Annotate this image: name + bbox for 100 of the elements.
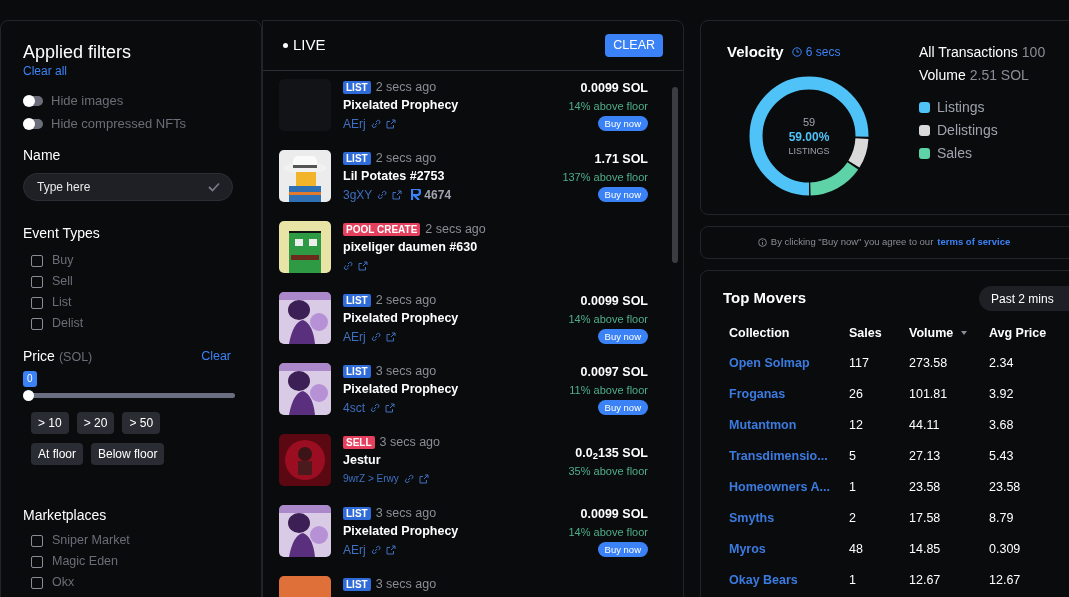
live-dot-icon [283, 43, 288, 48]
item-name[interactable]: Pixelated Prophecy [343, 380, 558, 399]
table-cell: 5 [849, 449, 856, 464]
collection-link[interactable]: Transdimensio... [729, 449, 828, 464]
external-link-icon[interactable] [358, 260, 368, 271]
price-slider[interactable] [23, 390, 235, 401]
buy-now-button[interactable]: Buy now [597, 542, 648, 557]
table-cell: 8.79 [989, 511, 1014, 526]
clock-icon [791, 47, 802, 58]
checkbox[interactable] [31, 317, 43, 330]
account-link[interactable]: AErj [343, 327, 366, 346]
column-header[interactable]: Volume [909, 323, 968, 343]
collection-link[interactable]: Mutantmon [729, 418, 797, 433]
clear-link[interactable]: Clear [201, 347, 231, 366]
external-link-icon[interactable] [385, 331, 396, 342]
period-dropdown[interactable]: Past 2 mins [979, 286, 1069, 311]
buy-now-button[interactable]: Buy now [597, 329, 648, 344]
info-icon [757, 238, 767, 247]
link-icon[interactable] [370, 544, 381, 555]
account-link[interactable]: 9wrZ > Erwy [343, 471, 399, 486]
item-name[interactable]: Jestur [343, 451, 557, 470]
external-link-icon[interactable] [392, 189, 403, 200]
terms-link[interactable]: terms of service [937, 235, 1011, 250]
toggle-switch[interactable] [23, 95, 43, 106]
clear-button[interactable]: CLEAR [605, 34, 663, 57]
time-ago: 2 secs ago [375, 292, 437, 310]
collection-link[interactable]: Open Solmap [729, 356, 810, 371]
external-link-icon[interactable] [385, 118, 396, 129]
floor-filter-button[interactable]: Below floor [91, 443, 165, 465]
external-link-icon[interactable] [385, 544, 396, 555]
item-name[interactable]: Lil Potates #2753 [343, 167, 551, 186]
external-link-icon[interactable] [418, 473, 429, 484]
external-link-icon[interactable] [385, 402, 395, 413]
buy-now-button[interactable]: Buy now [597, 116, 648, 131]
collection-link[interactable]: Smyths [729, 511, 775, 526]
name-field[interactable]: Type here [23, 173, 233, 201]
floor-filter-button[interactable]: At floor [31, 443, 83, 465]
price: 0.0099 SOL [580, 293, 648, 310]
link-icon[interactable] [370, 402, 380, 413]
link-icon[interactable] [370, 118, 381, 129]
scrollbar[interactable] [672, 87, 678, 263]
table-cell: 26 [849, 387, 863, 402]
item-name[interactable]: Pixelated Prophecy [343, 522, 557, 541]
price-filter-button[interactable]: > 20 [76, 412, 115, 434]
buy-now-button[interactable]: Buy now [597, 187, 648, 202]
top-movers-title: Top Movers [723, 288, 807, 309]
link-icon[interactable] [343, 260, 353, 271]
checkbox[interactable] [31, 254, 43, 267]
collection-link[interactable]: Froganas [729, 387, 786, 402]
stat-value: 100 [1021, 43, 1046, 62]
item-name[interactable]: Pixelated Prophecy [343, 309, 557, 328]
checkbox[interactable] [31, 555, 43, 568]
checkbox-label: Buy [52, 252, 74, 270]
link-icon[interactable] [403, 473, 414, 484]
column-header[interactable]: Avg Price [989, 323, 1047, 343]
account-link[interactable]: AErj [343, 540, 366, 559]
table-cell: 1 [849, 573, 856, 588]
interval: 6 secs [805, 44, 841, 62]
account-link[interactable]: 4sct [343, 398, 365, 417]
price-filter-button[interactable]: > 50 [122, 412, 161, 434]
event-tag: SELL [343, 436, 375, 449]
event-tag: LIST [343, 152, 371, 165]
velocity-title: Velocity [727, 42, 784, 62]
table-cell: 273.58 [909, 356, 948, 371]
price-filter-button[interactable]: > 10 [31, 412, 69, 434]
checkbox[interactable] [31, 534, 43, 547]
checkbox[interactable] [31, 576, 43, 589]
slider-thumb[interactable] [23, 390, 34, 401]
time-ago: 3 secs ago [375, 505, 437, 523]
item-name[interactable]: Pixelated Prophecy [343, 96, 557, 115]
legend-label: Delistings [937, 121, 998, 140]
column-header[interactable]: Sales [849, 323, 882, 343]
collection-link[interactable]: Okay Bears [729, 573, 798, 588]
checkbox[interactable] [31, 275, 43, 288]
event-tag: POOL CREATE [343, 223, 421, 236]
table-cell: 2.34 [989, 356, 1014, 371]
account-link[interactable]: AErj [343, 114, 366, 133]
buy-now-button[interactable]: Buy now [597, 400, 648, 415]
sort-caret-icon[interactable] [961, 331, 968, 335]
time-ago: 2 secs ago [425, 221, 486, 239]
filters-title: Applied filters [23, 41, 133, 64]
stat-label: All Transactions [919, 43, 1018, 62]
time-ago: 2 secs ago [375, 150, 437, 168]
account-link[interactable]: 3gXY [343, 185, 373, 204]
price: 0.0099 SOL [580, 506, 648, 523]
link-icon[interactable] [370, 331, 381, 342]
column-header[interactable]: Collection [729, 323, 790, 343]
item-name[interactable]: pixeliger daumen #630 [343, 238, 648, 257]
toggle-label: Hide compressed NFTs [51, 114, 187, 133]
floor-difference: 14% above floor [568, 525, 648, 540]
collection-link[interactable]: Homeowners A... [729, 480, 830, 495]
table-cell: 1 [849, 480, 856, 495]
section-title: Event Types [23, 224, 101, 243]
toggle-switch[interactable] [23, 118, 43, 129]
clear-all-link[interactable]: Clear all [23, 64, 67, 78]
checkbox[interactable] [31, 296, 43, 309]
link-icon[interactable] [377, 189, 388, 200]
table-cell: 2 [849, 511, 856, 526]
collection-link[interactable]: Myros [729, 542, 766, 557]
listings-label: LISTINGS [788, 144, 830, 157]
